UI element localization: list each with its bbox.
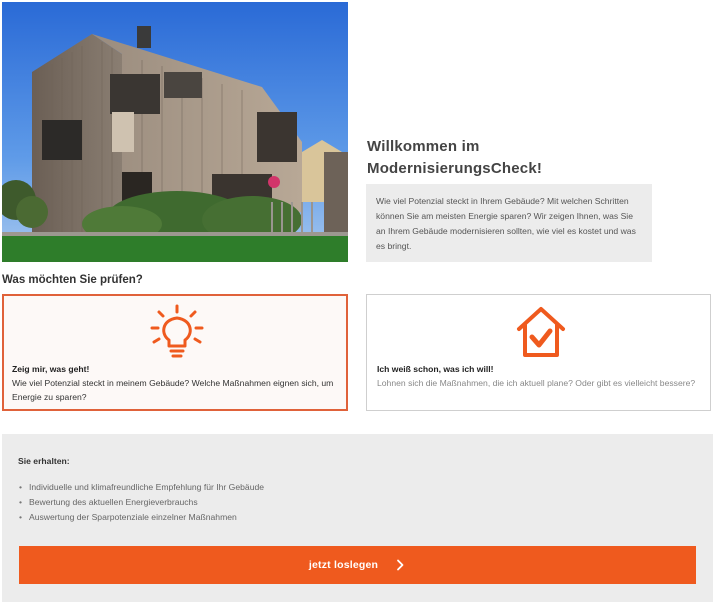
option-title: Ich weiß schon, was ich will! (377, 364, 494, 374)
list-item: Auswertung der Sparpotenziale einzelner … (19, 510, 264, 525)
start-button[interactable]: jetzt loslegen (19, 546, 696, 584)
welcome-intro-text: Wie viel Potenzial steckt in Ihrem Gebäu… (376, 196, 636, 251)
question-heading: Was möchten Sie prüfen? (2, 274, 143, 286)
hero-image (2, 2, 348, 262)
welcome-title-line1: Willkommen im (367, 138, 480, 155)
option-title: Zeig mir, was geht! (12, 364, 90, 374)
list-item: Bewertung des aktuellen Energieverbrauch… (19, 495, 264, 510)
option-description: Lohnen sich die Maßnahmen, die ich aktue… (377, 378, 696, 388)
option-card-explore[interactable]: Zeig mir, was geht! Wie viel Potenzial s… (2, 294, 348, 411)
welcome-title: Willkommen im ModernisierungsCheck! (367, 136, 667, 180)
list-item: Individuelle und klimafreundliche Empfeh… (19, 480, 264, 495)
option-card-known-plan[interactable]: Ich weiß schon, was ich will! Lohnen sic… (366, 294, 711, 411)
welcome-title-line2: ModernisierungsCheck! (367, 160, 543, 177)
chevron-right-icon (394, 559, 406, 571)
option-description: Wie viel Potenzial steckt in meinem Gebä… (12, 378, 334, 402)
welcome-intro-box: Wie viel Potenzial steckt in Ihrem Gebäu… (366, 184, 652, 262)
benefits-heading: Sie erhalten: (18, 456, 70, 466)
start-button-label: jetzt loslegen (308, 559, 379, 571)
house-check-icon (515, 303, 567, 359)
benefits-list: Individuelle und klimafreundliche Empfeh… (19, 480, 264, 525)
lightbulb-icon (149, 304, 205, 360)
